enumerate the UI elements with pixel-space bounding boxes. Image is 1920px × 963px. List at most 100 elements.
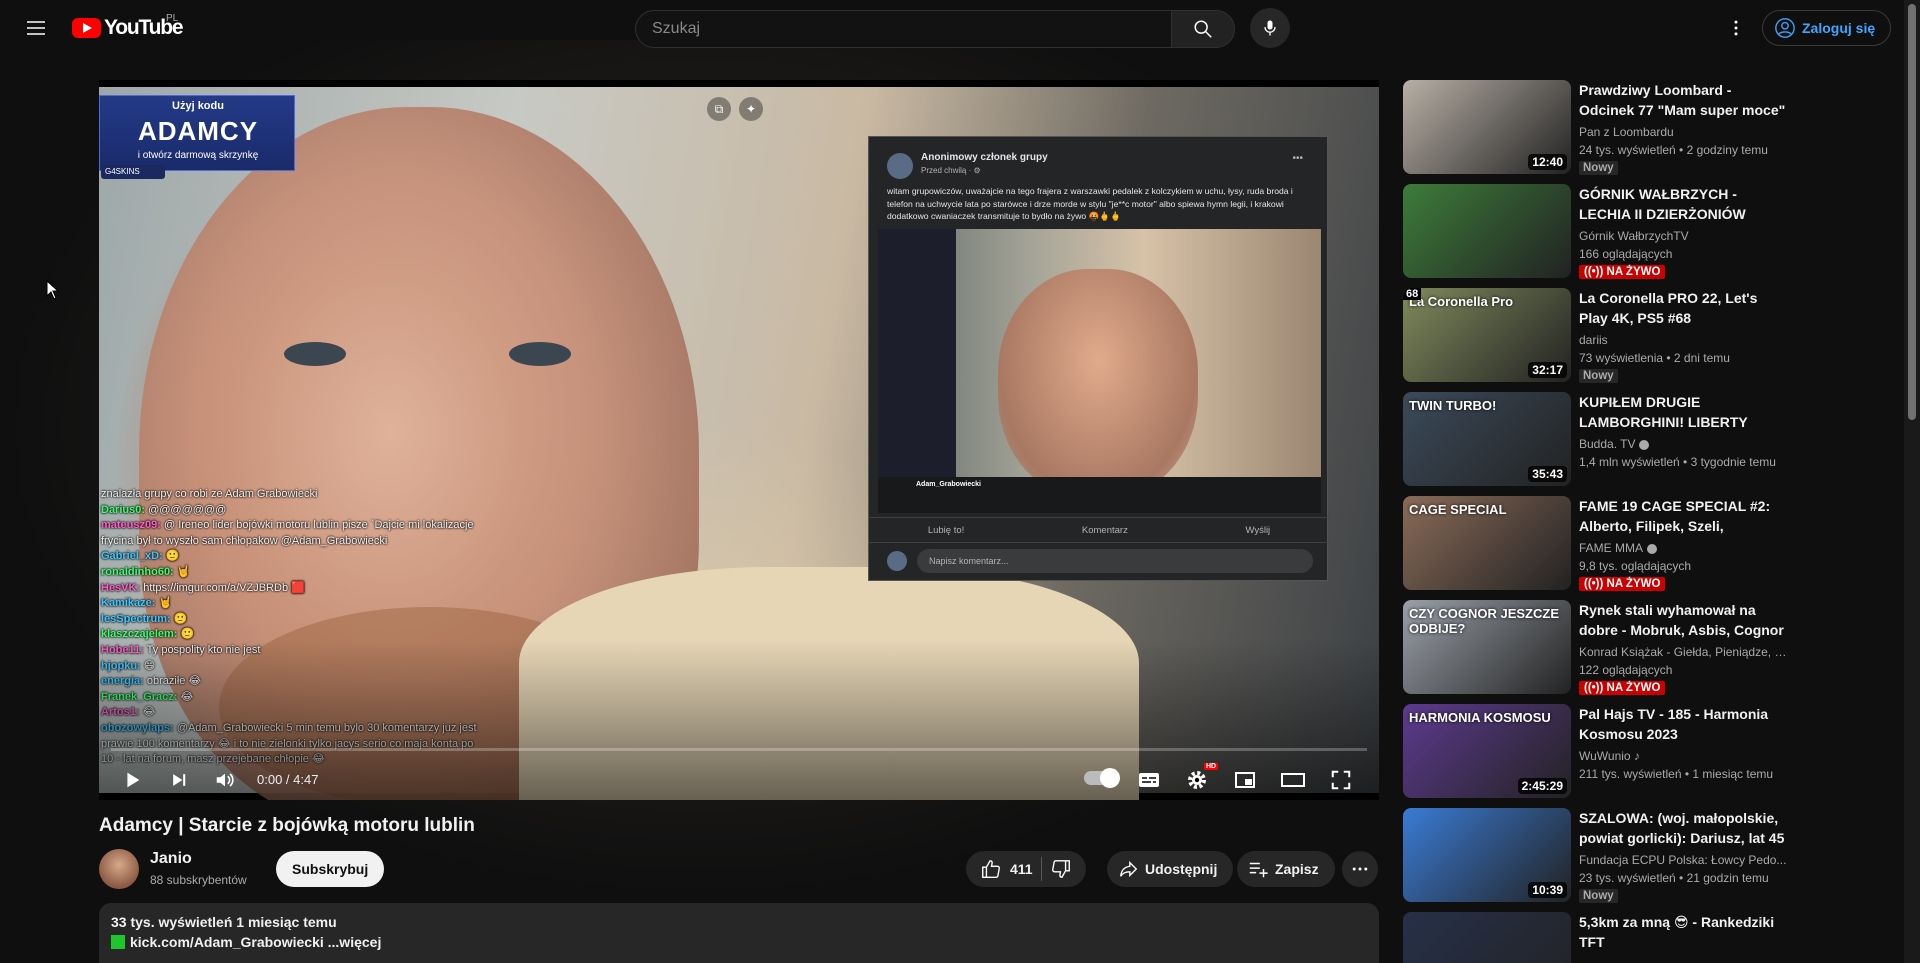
- thumb-down-icon: [1051, 860, 1070, 878]
- playlist-icon[interactable]: ⧉: [707, 97, 731, 121]
- recommendation-title[interactable]: SZALOWA: (woj. małopolskie, powiat gorli…: [1579, 808, 1787, 848]
- fb-more-icon: •••: [1292, 153, 1303, 164]
- chat-line: mateusz09: @ Ireneo lider bojówki motoru…: [101, 518, 511, 534]
- progress-bar[interactable]: [111, 748, 1367, 751]
- recommendation-item[interactable]: 12:40 Prawdziwy Loombard - Odcinek 77 "Ma…: [1403, 80, 1785, 176]
- promo-sub: i otwórz darmową skrzynkę: [137, 150, 259, 161]
- chat-line: Gabriel_xD: 🙂: [101, 549, 511, 565]
- thumbnail-caption: HARMONIA KOSMOSU: [1409, 710, 1551, 725]
- video-thumbnail[interactable]: HARMONIA KOSMOSU 2:45:29: [1403, 704, 1571, 798]
- description-link-text: kick.com/Adam_Grabowiecki ...więcej: [130, 934, 382, 950]
- recommendation-item[interactable]: La Coronella Pro 68 32:17 La Coronella PRO …: [1403, 288, 1783, 384]
- channel-label: Górnik WałbrzychTV: [1579, 229, 1689, 243]
- recommendation-channel[interactable]: WuWunio ♪: [1579, 749, 1787, 763]
- fb-time: Przed chwilą · ⚙: [921, 166, 981, 175]
- chat-line: ronaldinho60: 🤘: [101, 565, 511, 581]
- chat-username: Gabriel_xD:: [101, 550, 163, 563]
- recommendation-item[interactable]: TWIN TURBO! 35:43 KUPIŁEM DRUGIE LAMBORGHI…: [1403, 392, 1783, 488]
- more-vert-icon: [1734, 20, 1738, 36]
- recommendation-title[interactable]: Prawdziwy Loombard - Odcinek 77 "Mam sup…: [1579, 80, 1787, 120]
- recommendation-title[interactable]: Pal Hajs TV - 185 - Harmonia Kosmosu 202…: [1579, 704, 1787, 744]
- recommendation-item[interactable]: HARMONIA KOSMOSU 2:45:29 Pal Hajs TV - 185…: [1403, 704, 1783, 800]
- settings-menu-button[interactable]: [1716, 8, 1756, 48]
- recommendation-channel[interactable]: Budda. TV: [1579, 437, 1787, 451]
- video-thumbnail[interactable]: 10:39: [1403, 808, 1571, 902]
- description-box[interactable]: 33 tys. wyświetleń 1 miesiąc temu kick.c…: [99, 903, 1379, 963]
- recommendation-channel[interactable]: Fundacja ECPU Polska: Łowcy Pedo...: [1579, 853, 1787, 867]
- recommendation-item[interactable]: GÓRNIK WAŁBRZYCH - LECHIA II DZIERŻONIÓW…: [1403, 184, 1783, 280]
- video-thumbnail[interactable]: [1403, 184, 1571, 278]
- channel-avatar[interactable]: [99, 849, 139, 889]
- chat-text: @@@@@@@: [148, 503, 227, 516]
- volume-button[interactable]: [207, 762, 243, 798]
- recommendation-item[interactable]: 10:39 SZALOWA: (woj. małopolskie, powiat …: [1403, 808, 1786, 904]
- subscribe-button[interactable]: Subskrybuj: [276, 851, 385, 887]
- play-icon: [127, 772, 140, 788]
- recommendation-channel[interactable]: FAME MMA: [1579, 541, 1787, 555]
- account-icon: [1775, 18, 1795, 38]
- dislike-button[interactable]: [1050, 858, 1072, 880]
- subtitles-button[interactable]: [1129, 762, 1169, 798]
- next-button[interactable]: [161, 762, 197, 798]
- video-thumbnail[interactable]: [1403, 912, 1571, 963]
- channel-name[interactable]: Janio: [150, 850, 192, 868]
- video-duration: 35:43: [1528, 466, 1567, 482]
- signin-button[interactable]: Zaloguj się: [1762, 10, 1892, 46]
- video-thumbnail[interactable]: CZY COGNOR JESZCZE ODBIJE?: [1403, 600, 1571, 694]
- thumbnail-caption: CAGE SPECIAL: [1409, 502, 1507, 517]
- gear-icon: [1188, 771, 1206, 789]
- recommendation-channel[interactable]: Górnik WałbrzychTV: [1579, 229, 1787, 243]
- search-button[interactable]: [1171, 10, 1235, 48]
- recommendation-title[interactable]: FAME 19 CAGE SPECIAL #2: Alberto, Filipe…: [1579, 496, 1787, 536]
- autoplay-toggle[interactable]: [1084, 768, 1120, 788]
- recommendation-title[interactable]: KUPIŁEM DRUGIE LAMBORGHINI! LIBERTY WAL.…: [1579, 392, 1787, 432]
- theater-icon: [1281, 773, 1305, 787]
- recommendation-item[interactable]: 5,3km za mną 😎 - Rankedziki TFT: [1403, 912, 1783, 963]
- recommendation-meta: 73 wyświetlenia • 2 dni temu: [1579, 351, 1730, 365]
- channel-label: WuWunio ♪: [1579, 749, 1640, 763]
- video-thumbnail[interactable]: CAGE SPECIAL: [1403, 496, 1571, 590]
- badge-text: Nowy: [1583, 370, 1614, 382]
- chat-text: znalazła grupy co robi ze Adam Grabowiec…: [101, 488, 318, 500]
- video-player[interactable]: Użyj kodu ADAMCY i otwórz darmową skrzyn…: [99, 80, 1379, 800]
- recommendation-meta: 211 tys. wyświetleń • 1 miesiąc temu: [1579, 767, 1774, 781]
- description-link[interactable]: kick.com/Adam_Grabowiecki ...więcej: [111, 934, 381, 950]
- scrollbar-thumb[interactable]: [1908, 4, 1916, 420]
- voice-search-button[interactable]: [1250, 8, 1290, 48]
- theater-button[interactable]: [1273, 762, 1313, 798]
- search-box[interactable]: [635, 10, 1171, 48]
- save-button[interactable]: Zapisz: [1237, 851, 1335, 887]
- fb-stream-name: Adam_Grabowiecki: [916, 481, 981, 488]
- like-separator: [1040, 857, 1042, 881]
- video-thumbnail[interactable]: La Coronella Pro 68 32:17: [1403, 288, 1571, 382]
- sparkle-icon[interactable]: ✦: [739, 97, 763, 121]
- mic-icon: [1264, 20, 1276, 36]
- more-actions-button[interactable]: [1342, 851, 1378, 887]
- recommendation-title[interactable]: Rynek stali wyhamował na dobre - Mobruk,…: [1579, 600, 1787, 640]
- menu-button[interactable]: [16, 8, 56, 48]
- recommendation-item[interactable]: CZY COGNOR JESZCZE ODBIJE? Rynek stali wy…: [1403, 600, 1787, 696]
- chat-text: 🤘: [158, 597, 173, 610]
- like-button[interactable]: 411: [980, 858, 1033, 880]
- fullscreen-button[interactable]: [1321, 762, 1361, 798]
- video-thumbnail[interactable]: 12:40: [1403, 80, 1571, 174]
- new-badge: Nowy: [1579, 889, 1618, 903]
- recommendation-title[interactable]: 5,3km za mną 😎 - Rankedziki TFT: [1579, 912, 1787, 952]
- recommendation-channel[interactable]: Konrad Książak - Giełda, Pieniądze, I...: [1579, 645, 1787, 659]
- badge-text: NA ŻYWO: [1606, 578, 1661, 590]
- recommendation-item[interactable]: CAGE SPECIAL FAME 19 CAGE SPECIAL #2: Alb…: [1403, 496, 1783, 592]
- recommendation-title[interactable]: La Coronella PRO 22, Let's Play 4K, PS5 …: [1579, 288, 1787, 328]
- play-button[interactable]: [113, 762, 151, 798]
- miniplayer-button[interactable]: [1225, 762, 1265, 798]
- recommendation-channel[interactable]: dariis: [1579, 333, 1787, 347]
- share-button[interactable]: Udostępnij: [1107, 851, 1234, 887]
- chat-line: frycina był to wyszło sam chłopakow @Ada…: [101, 534, 511, 550]
- scrollbar[interactable]: [1904, 0, 1920, 963]
- volume-icon: [216, 773, 234, 787]
- chat-line: Darius0: @@@@@@@: [101, 503, 511, 519]
- recommendation-channel[interactable]: Pan z Loombardu: [1579, 125, 1787, 139]
- next-icon: [173, 774, 186, 786]
- search-input[interactable]: [652, 20, 1171, 38]
- recommendation-title[interactable]: GÓRNIK WAŁBRZYCH - LECHIA II DZIERŻONIÓW: [1579, 184, 1787, 224]
- video-thumbnail[interactable]: TWIN TURBO! 35:43: [1403, 392, 1571, 486]
